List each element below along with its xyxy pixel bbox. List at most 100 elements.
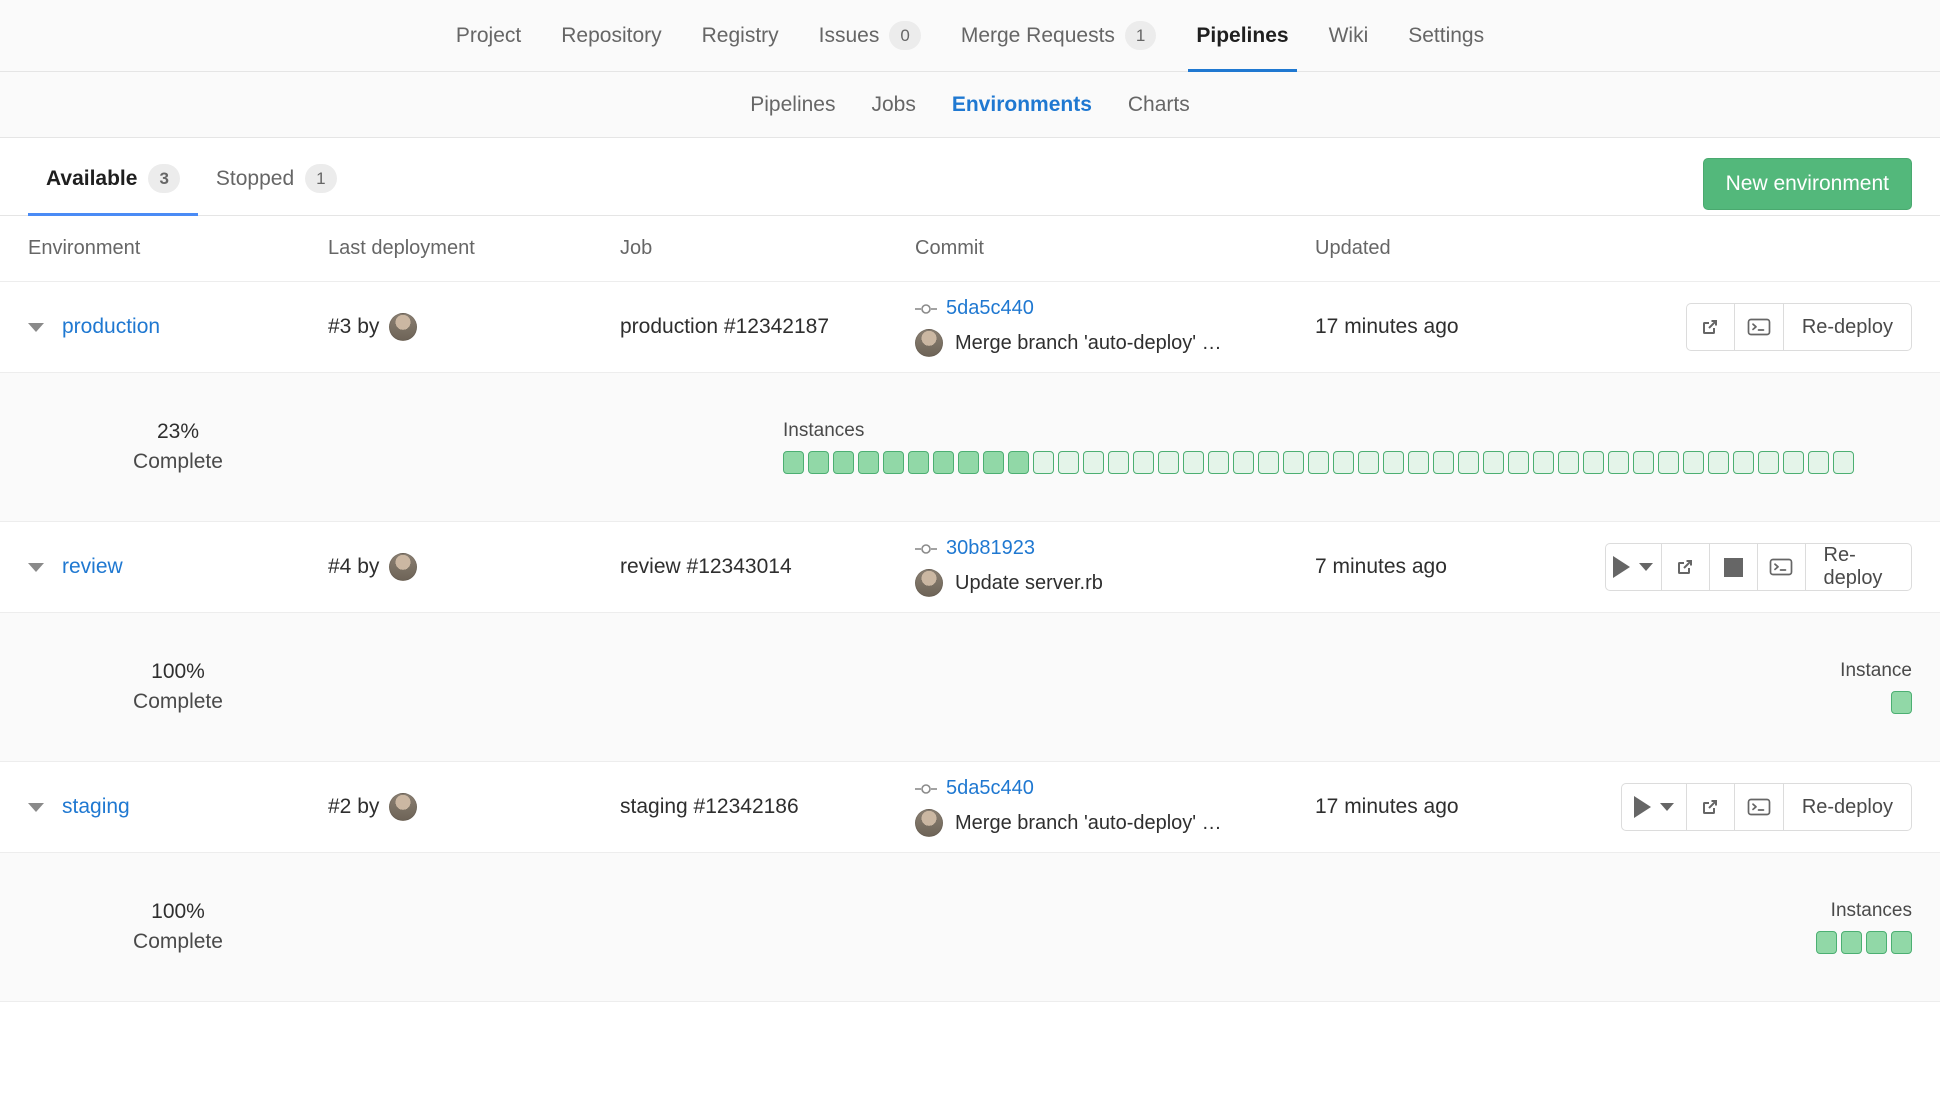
topnav-item-pipelines[interactable]: Pipelines: [1176, 0, 1308, 72]
instance-square[interactable]: [1108, 451, 1129, 474]
instance-square[interactable]: [1283, 451, 1304, 474]
open-external-url-button[interactable]: [1686, 303, 1734, 351]
instance-square[interactable]: [1433, 451, 1454, 474]
deployment-progress: 100%Complete: [28, 657, 328, 718]
environment-status-tabs: Available3Stopped1 New environment: [0, 138, 1940, 216]
pipelines-sub-navigation: PipelinesJobsEnvironmentsCharts: [0, 72, 1940, 138]
topnav-item-repository[interactable]: Repository: [541, 0, 681, 72]
last-deployment-text: #4 by: [328, 555, 379, 579]
instance-square[interactable]: [1683, 451, 1704, 474]
tab-stopped[interactable]: Stopped1: [198, 164, 355, 215]
instance-square[interactable]: [1866, 931, 1887, 954]
terminal-icon: [1769, 557, 1793, 577]
instance-square[interactable]: [1733, 451, 1754, 474]
instance-square[interactable]: [1483, 451, 1504, 474]
instance-square[interactable]: [1891, 931, 1912, 954]
commit-sha-link[interactable]: 5da5c440: [946, 297, 1034, 320]
commit-message[interactable]: Update server.rb: [955, 572, 1103, 595]
topnav-item-wiki[interactable]: Wiki: [1309, 0, 1389, 72]
progress-label: Complete: [28, 447, 328, 477]
instance-square[interactable]: [1158, 451, 1179, 474]
external-link-icon: [1674, 556, 1696, 578]
instance-square[interactable]: [1383, 451, 1404, 474]
terminal-button[interactable]: [1757, 543, 1805, 591]
new-environment-button[interactable]: New environment: [1703, 158, 1912, 210]
re-deploy-button[interactable]: Re-deploy: [1783, 783, 1912, 831]
instance-square[interactable]: [1033, 451, 1054, 474]
instance-square[interactable]: [1333, 451, 1354, 474]
job-cell[interactable]: production #12342187: [620, 315, 915, 339]
instance-square[interactable]: [1058, 451, 1079, 474]
topnav-item-issues[interactable]: Issues0: [799, 0, 941, 72]
instance-square[interactable]: [1758, 451, 1779, 474]
commit-message[interactable]: Merge branch 'auto-deploy' …: [955, 332, 1222, 355]
re-deploy-button[interactable]: Re-deploy: [1805, 543, 1913, 591]
topnav-item-project[interactable]: Project: [436, 0, 541, 72]
instance-square[interactable]: [858, 451, 879, 474]
commit-message[interactable]: Merge branch 'auto-deploy' …: [955, 812, 1222, 835]
commit-sha-link[interactable]: 5da5c440: [946, 777, 1034, 800]
instance-square[interactable]: [1358, 451, 1379, 474]
play-actions-dropdown-button[interactable]: [1621, 783, 1686, 831]
topnav-item-registry[interactable]: Registry: [682, 0, 799, 72]
instance-square[interactable]: [1133, 451, 1154, 474]
subnav-item-jobs[interactable]: Jobs: [853, 93, 933, 117]
instance-square[interactable]: [883, 451, 904, 474]
instance-square[interactable]: [833, 451, 854, 474]
instance-square[interactable]: [783, 451, 804, 474]
terminal-button[interactable]: [1734, 783, 1783, 831]
instance-square[interactable]: [1208, 451, 1229, 474]
instance-square[interactable]: [1558, 451, 1579, 474]
instance-square[interactable]: [1708, 451, 1729, 474]
instance-square[interactable]: [1183, 451, 1204, 474]
instance-square[interactable]: [1533, 451, 1554, 474]
instance-square[interactable]: [1508, 451, 1529, 474]
chevron-down-icon[interactable]: [28, 803, 44, 812]
instance-square[interactable]: [1783, 451, 1804, 474]
tab-available[interactable]: Available3: [28, 164, 198, 215]
open-external-url-button[interactable]: [1686, 783, 1734, 831]
commit-cell: 5da5c440 Merge branch 'auto-deploy' …: [915, 297, 1315, 357]
instance-square[interactable]: [1891, 691, 1912, 714]
open-external-url-button[interactable]: [1661, 543, 1709, 591]
topnav-item-merge-requests[interactable]: Merge Requests1: [941, 0, 1177, 72]
instance-square[interactable]: [1658, 451, 1679, 474]
instance-square[interactable]: [1458, 451, 1479, 474]
job-cell[interactable]: review #12343014: [620, 555, 915, 579]
topnav-item-label: Issues: [819, 24, 880, 48]
instance-square[interactable]: [1633, 451, 1654, 474]
instance-square[interactable]: [908, 451, 929, 474]
chevron-down-icon[interactable]: [28, 563, 44, 572]
instance-square[interactable]: [933, 451, 954, 474]
instance-square[interactable]: [1308, 451, 1329, 474]
environment-name-link[interactable]: review: [62, 555, 123, 579]
topnav-item-settings[interactable]: Settings: [1388, 0, 1504, 72]
instance-square[interactable]: [1583, 451, 1604, 474]
instance-square[interactable]: [1816, 931, 1837, 954]
re-deploy-button[interactable]: Re-deploy: [1783, 303, 1912, 351]
instance-square[interactable]: [1841, 931, 1862, 954]
subnav-item-environments[interactable]: Environments: [934, 93, 1110, 117]
commit-sha-link[interactable]: 30b81923: [946, 537, 1035, 560]
instance-square[interactable]: [1608, 451, 1629, 474]
environment-name-link[interactable]: staging: [62, 795, 130, 819]
play-actions-dropdown-button[interactable]: [1605, 543, 1661, 591]
stop-environment-button[interactable]: [1709, 543, 1757, 591]
instance-square[interactable]: [1083, 451, 1104, 474]
instance-square[interactable]: [1808, 451, 1829, 474]
instance-square[interactable]: [958, 451, 979, 474]
instance-square[interactable]: [1233, 451, 1254, 474]
terminal-button[interactable]: [1734, 303, 1783, 351]
instance-square[interactable]: [1408, 451, 1429, 474]
instance-square[interactable]: [808, 451, 829, 474]
instance-square[interactable]: [1833, 451, 1854, 474]
job-cell[interactable]: staging #12342186: [620, 795, 915, 819]
chevron-down-icon[interactable]: [28, 323, 44, 332]
environment-name-link[interactable]: production: [62, 315, 160, 339]
instance-square[interactable]: [1008, 451, 1029, 474]
instance-square[interactable]: [1258, 451, 1279, 474]
subnav-item-charts[interactable]: Charts: [1110, 93, 1208, 117]
commit-message-line: Update server.rb: [915, 569, 1315, 597]
subnav-item-pipelines[interactable]: Pipelines: [732, 93, 853, 117]
instance-square[interactable]: [983, 451, 1004, 474]
